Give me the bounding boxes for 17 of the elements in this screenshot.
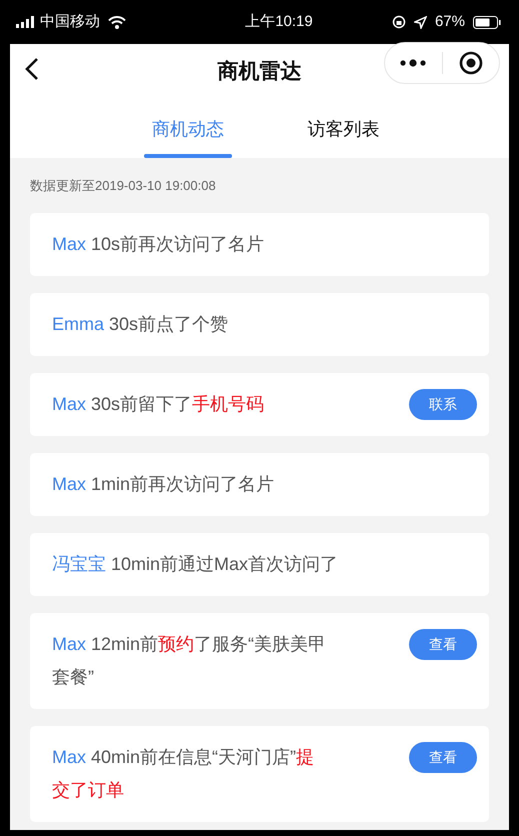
update-note: 数据更新至2019-03-10 19:00:08 [29,177,217,195]
activity-text: Max 1min前再次访问了名片 [52,472,274,496]
action-button[interactable]: 联系 [409,388,477,420]
status-time: 上午10:19 [245,12,313,32]
activity-text: Max 30s前留下了手机号码 [52,392,264,416]
action-button[interactable]: 查看 [409,742,477,772]
battery-percent: 67% [434,12,465,32]
action-button[interactable]: 查看 [409,628,477,660]
page-title: 商机雷达 [218,58,302,86]
activity-text: Max 40min前在信息“天河门店”提交了订单 [52,746,316,802]
activity-text: 冯宝宝 10min前通过Max首次访问了 [52,552,338,576]
tab[interactable]: 商机动态 [144,100,232,158]
activity-text: Max 12min前预约了服务“美肤美甲套餐” [52,632,328,688]
carrier-name: 中国移动 [40,12,100,32]
activity-text: Emma 30s前点了个赞 [52,312,228,336]
tab[interactable]: 访客列表 [299,100,388,158]
activity-text: Max 10s前再次访问了名片 [52,232,264,256]
